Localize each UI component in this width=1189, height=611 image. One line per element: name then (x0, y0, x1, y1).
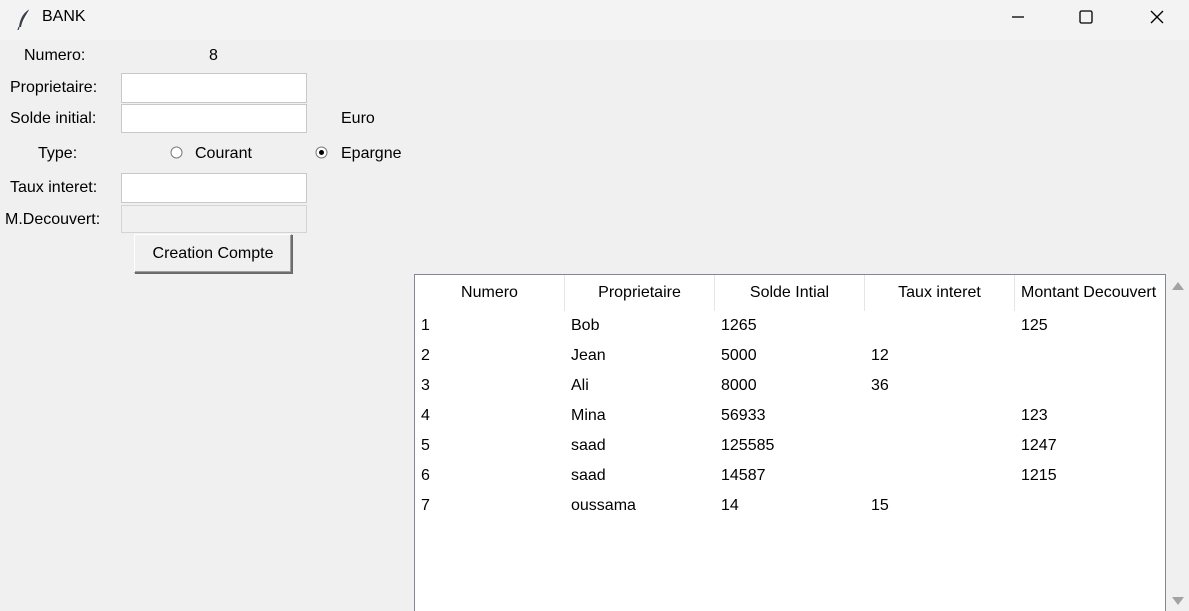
radio-courant-label[interactable]: Courant (195, 145, 252, 163)
cell-solde: 125585 (721, 437, 775, 454)
cell-taux: 36 (871, 377, 889, 394)
solde-label: Solde initial: (10, 110, 97, 127)
table-row[interactable]: 1 Bob 1265 125 (415, 311, 1165, 341)
cell-decouvert: 123 (1021, 407, 1048, 424)
cell-proprietaire: oussama (571, 497, 636, 514)
cell-taux: 15 (871, 497, 889, 514)
cell-numero: 1 (421, 317, 430, 334)
cell-taux (865, 401, 1015, 431)
cell-proprietaire: Ali (571, 377, 589, 394)
scroll-down-icon[interactable] (1172, 597, 1184, 605)
cell-taux: 12 (871, 347, 889, 364)
cell-decouvert: 1215 (1021, 467, 1057, 484)
radio-courant[interactable] (170, 146, 183, 159)
cell-solde: 14587 (721, 467, 766, 484)
column-header-proprietaire[interactable]: Proprietaire (565, 275, 715, 311)
table-header: Numero Proprietaire Solde Intial Taux in… (415, 275, 1165, 311)
cell-numero: 4 (421, 407, 430, 424)
table-row[interactable]: 3 Ali 8000 36 (415, 371, 1165, 401)
radio-epargne-label[interactable]: Epargne (341, 145, 402, 163)
minimize-icon (1012, 16, 1024, 18)
cell-solde: 56933 (721, 407, 766, 424)
maximize-icon (1079, 10, 1093, 24)
radio-selected-icon (315, 146, 328, 159)
close-icon (1150, 10, 1164, 24)
cell-numero: 3 (421, 377, 430, 394)
title-bar: BANK (0, 0, 1189, 40)
table-vertical-scrollbar[interactable] (1167, 274, 1189, 611)
cell-decouvert (1015, 341, 1165, 371)
minimize-button[interactable] (988, 0, 1048, 34)
close-button[interactable] (1127, 0, 1187, 34)
solde-input[interactable] (121, 104, 307, 133)
table-row[interactable]: 7 oussama 14 15 (415, 491, 1165, 521)
cell-proprietaire: saad (571, 437, 606, 454)
taux-input[interactable] (121, 173, 307, 203)
feather-icon (16, 8, 34, 31)
maximize-button[interactable] (1056, 0, 1116, 34)
cell-solde: 14 (721, 497, 739, 514)
cell-taux (865, 311, 1015, 341)
taux-label: Taux interet: (10, 179, 98, 196)
cell-decouvert (1015, 491, 1165, 521)
numero-label: Numero: (24, 47, 86, 64)
radio-epargne[interactable] (315, 146, 328, 159)
cell-solde: 1265 (721, 317, 757, 334)
cell-solde: 8000 (721, 377, 757, 394)
cell-proprietaire: Mina (571, 407, 606, 424)
scroll-up-icon[interactable] (1172, 282, 1184, 290)
cell-solde: 5000 (721, 347, 757, 364)
numero-value: 8 (209, 47, 218, 64)
accounts-table[interactable]: Numero Proprietaire Solde Intial Taux in… (414, 274, 1166, 611)
cell-numero: 7 (421, 497, 430, 514)
table-row[interactable]: 2 Jean 5000 12 (415, 341, 1165, 371)
decouvert-input (121, 205, 307, 233)
currency-label: Euro (341, 110, 375, 127)
create-account-button[interactable]: Creation Compte (134, 234, 292, 273)
column-header-solde[interactable]: Solde Intial (715, 275, 865, 311)
table-row[interactable]: 5 saad 125585 1247 (415, 431, 1165, 461)
cell-proprietaire: Bob (571, 317, 600, 334)
column-header-decouvert[interactable]: Montant Decouvert (1015, 275, 1165, 311)
cell-taux (865, 431, 1015, 461)
table-row[interactable]: 6 saad 14587 1215 (415, 461, 1165, 491)
column-header-numero[interactable]: Numero (415, 275, 565, 311)
proprietaire-label: Proprietaire: (10, 79, 98, 96)
cell-decouvert (1015, 371, 1165, 401)
cell-decouvert: 1247 (1021, 437, 1057, 454)
cell-proprietaire: saad (571, 467, 606, 484)
type-label: Type: (38, 145, 78, 162)
cell-numero: 5 (421, 437, 430, 454)
proprietaire-input[interactable] (121, 73, 307, 103)
window-title: BANK (42, 8, 86, 25)
radio-unselected-icon (170, 146, 183, 159)
cell-taux (865, 461, 1015, 491)
column-header-taux[interactable]: Taux interet (865, 275, 1015, 311)
table-row[interactable]: 4 Mina 56933 123 (415, 401, 1165, 431)
cell-numero: 6 (421, 467, 430, 484)
cell-proprietaire: Jean (571, 347, 606, 364)
cell-decouvert: 125 (1021, 317, 1048, 334)
decouvert-label: M.Decouvert: (5, 211, 101, 228)
cell-numero: 2 (421, 347, 430, 364)
